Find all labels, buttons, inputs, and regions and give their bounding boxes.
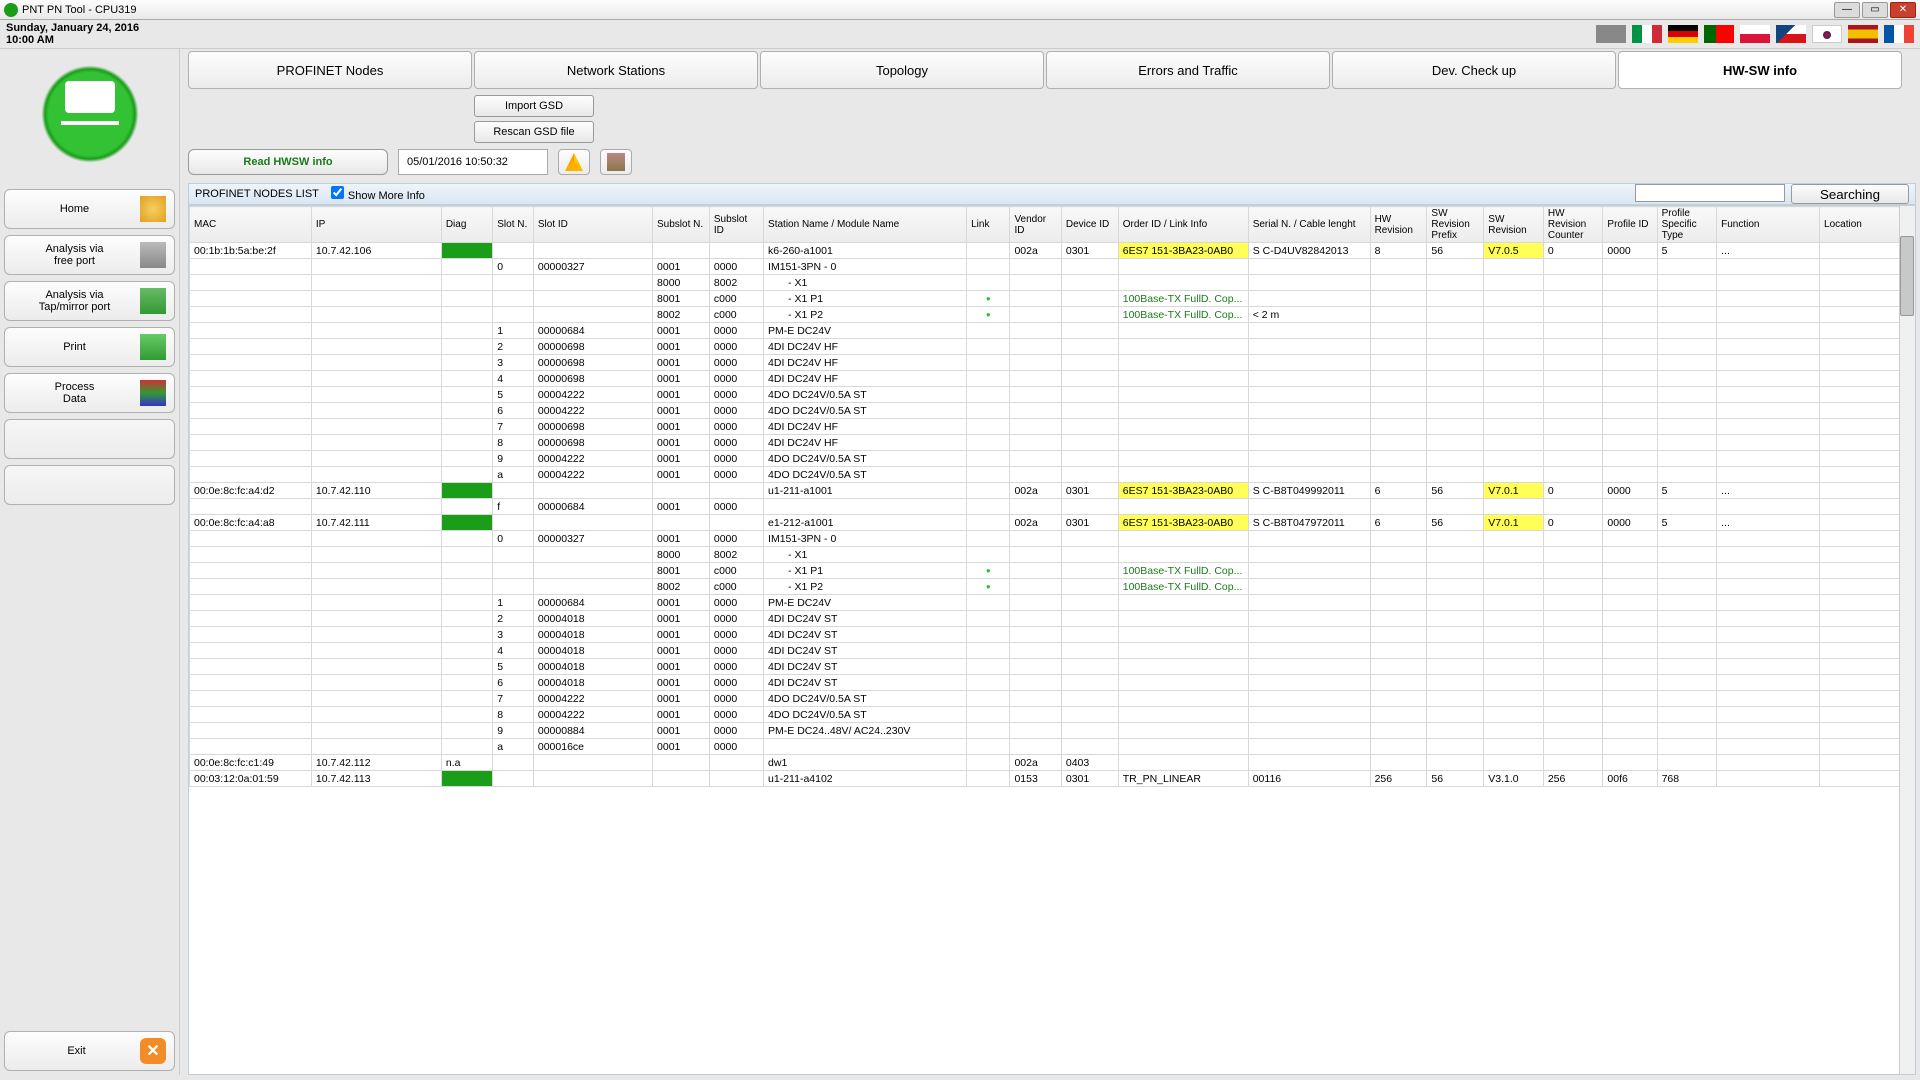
tab-profinet-nodes[interactable]: PROFINET Nodes: [188, 51, 472, 89]
table-row[interactable]: 00000032700010000IM151-3PN - 0: [190, 259, 1915, 275]
exit-icon: ✕: [140, 1038, 166, 1064]
broom-icon: [607, 153, 625, 171]
tab-bar: PROFINET Nodes Network Stations Topology…: [188, 51, 1902, 89]
tab-errors-traffic[interactable]: Errors and Traffic: [1046, 51, 1330, 89]
table-row[interactable]: 8002c000 - X1 P2100Base-TX FullD. Cop...…: [190, 307, 1915, 323]
tab-topology[interactable]: Topology: [760, 51, 1044, 89]
show-more-checkbox[interactable]: Show More Info: [331, 186, 425, 202]
flag-es-icon[interactable]: [1848, 25, 1878, 43]
table-row[interactable]: 00:03:12:0a:01:5910.7.42.113u1-211-a4102…: [190, 771, 1915, 787]
port-icon: [140, 242, 166, 268]
flag-kr-icon[interactable]: [1812, 25, 1842, 43]
tab-hwsw-info[interactable]: HW-SW info: [1618, 51, 1902, 89]
tap-icon: [140, 288, 166, 314]
table-row[interactable]: a000016ce00010000: [190, 739, 1915, 755]
flag-pt-icon[interactable]: [1704, 25, 1734, 43]
flag-cz-icon[interactable]: [1776, 25, 1806, 43]
table-row[interactable]: 200000698000100004DI DC24V HF: [190, 339, 1915, 355]
table-row[interactable]: 300004018000100004DI DC24V ST: [190, 627, 1915, 643]
table-row[interactable]: 500004018000100004DI DC24V ST: [190, 659, 1915, 675]
warning-button[interactable]: [558, 149, 590, 175]
vertical-scrollbar[interactable]: [1899, 206, 1915, 1074]
list-title: PROFINET NODES LIST: [195, 188, 319, 200]
minimize-button[interactable]: —: [1834, 2, 1860, 18]
empty-slot-1: [4, 419, 175, 459]
table-row[interactable]: 700004222000100004DO DC24V/0.5A ST: [190, 691, 1915, 707]
maximize-button[interactable]: ▭: [1862, 2, 1888, 18]
data-table-wrap: MACIPDiag Slot N.Slot IDSubslot N. Subsl…: [188, 205, 1916, 1075]
window-title: PNT PN Tool - CPU319: [22, 4, 137, 16]
table-row[interactable]: 90000088400010000PM-E DC24..48V/ AC24..2…: [190, 723, 1915, 739]
clear-button[interactable]: [600, 149, 632, 175]
searching-button[interactable]: Searching: [1791, 184, 1909, 204]
timestamp-display: 05/01/2016 10:50:32: [398, 149, 548, 175]
table-row[interactable]: a00004222000100004DO DC24V/0.5A ST: [190, 467, 1915, 483]
table-row[interactable]: 80008002 - X1: [190, 275, 1915, 291]
flag-en-icon[interactable]: [1596, 25, 1626, 43]
home-button[interactable]: Home: [4, 189, 175, 229]
table-header-row: MACIPDiag Slot N.Slot IDSubslot N. Subsl…: [190, 207, 1915, 243]
home-icon: [140, 196, 166, 222]
empty-slot-2: [4, 465, 175, 505]
app-logo-icon: [41, 65, 139, 163]
flag-fr-icon[interactable]: [1884, 25, 1914, 43]
table-row[interactable]: 00:1b:1b:5a:be:2f10.7.42.106k6-260-a1001…: [190, 243, 1915, 259]
nodes-table: MACIPDiag Slot N.Slot IDSubslot N. Subsl…: [189, 206, 1915, 787]
table-row[interactable]: 10000068400010000PM-E DC24V: [190, 595, 1915, 611]
table-row[interactable]: 800000698000100004DI DC24V HF: [190, 435, 1915, 451]
table-row[interactable]: 500004222000100004DO DC24V/0.5A ST: [190, 387, 1915, 403]
sidebar: Home Analysis via free port Analysis via…: [0, 49, 180, 1075]
table-row[interactable]: 600004018000100004DI DC24V ST: [190, 675, 1915, 691]
table-row[interactable]: 8001c000 - X1 P1100Base-TX FullD. Cop...: [190, 563, 1915, 579]
analysis-tap-port-button[interactable]: Analysis via Tap/mirror port: [4, 281, 175, 321]
table-row[interactable]: 00:0e:8c:fc:a4:d210.7.42.110u1-211-a1001…: [190, 483, 1915, 499]
table-row[interactable]: 900004222000100004DO DC24V/0.5A ST: [190, 451, 1915, 467]
flag-it-icon[interactable]: [1632, 25, 1662, 43]
current-date: Sunday, January 24, 2016: [6, 22, 139, 34]
language-flags: [1596, 25, 1914, 43]
table-row[interactable]: 10000068400010000PM-E DC24V: [190, 323, 1915, 339]
print-icon: [140, 334, 166, 360]
app-icon: [4, 3, 18, 17]
table-row[interactable]: f0000068400010000: [190, 499, 1915, 515]
table-row[interactable]: 8002c000 - X1 P2100Base-TX FullD. Cop...: [190, 579, 1915, 595]
table-row[interactable]: 80008002 - X1: [190, 547, 1915, 563]
flag-pl-icon[interactable]: [1740, 25, 1770, 43]
table-row[interactable]: 300000698000100004DI DC24V HF: [190, 355, 1915, 371]
flag-de-icon[interactable]: [1668, 25, 1698, 43]
header-bar: Sunday, January 24, 2016 10:00 AM: [0, 20, 1920, 49]
table-row[interactable]: 00:0e:8c:fc:a4:a810.7.42.111e1-212-a1001…: [190, 515, 1915, 531]
table-row[interactable]: 00000032700010000IM151-3PN - 0: [190, 531, 1915, 547]
process-data-button[interactable]: Process Data: [4, 373, 175, 413]
analysis-free-port-button[interactable]: Analysis via free port: [4, 235, 175, 275]
search-input[interactable]: [1635, 184, 1785, 202]
table-row[interactable]: 8001c000 - X1 P1100Base-TX FullD. Cop...: [190, 291, 1915, 307]
table-row[interactable]: 700000698000100004DI DC24V HF: [190, 419, 1915, 435]
table-row[interactable]: 600004222000100004DO DC24V/0.5A ST: [190, 403, 1915, 419]
tab-dev-checkup[interactable]: Dev. Check up: [1332, 51, 1616, 89]
tab-network-stations[interactable]: Network Stations: [474, 51, 758, 89]
table-row[interactable]: 200004018000100004DI DC24V ST: [190, 611, 1915, 627]
import-gsd-button[interactable]: Import GSD: [474, 95, 594, 117]
process-data-icon: [140, 380, 166, 406]
table-row[interactable]: 400004018000100004DI DC24V ST: [190, 643, 1915, 659]
print-button[interactable]: Print: [4, 327, 175, 367]
list-header: PROFINET NODES LIST Show More Info Searc…: [188, 183, 1916, 205]
rescan-gsd-button[interactable]: Rescan GSD file: [474, 121, 594, 143]
close-button[interactable]: ✕: [1890, 2, 1916, 18]
window-titlebar: PNT PN Tool - CPU319 — ▭ ✕: [0, 0, 1920, 20]
warning-icon: [565, 153, 583, 171]
current-time: 10:00 AM: [6, 34, 139, 46]
table-row[interactable]: 400000698000100004DI DC24V HF: [190, 371, 1915, 387]
read-hwsw-button[interactable]: Read HWSW info: [188, 149, 388, 175]
exit-button[interactable]: Exit✕: [4, 1031, 175, 1071]
table-row[interactable]: 800004222000100004DO DC24V/0.5A ST: [190, 707, 1915, 723]
table-row[interactable]: 00:0e:8c:fc:c1:4910.7.42.112n.adw1002a04…: [190, 755, 1915, 771]
